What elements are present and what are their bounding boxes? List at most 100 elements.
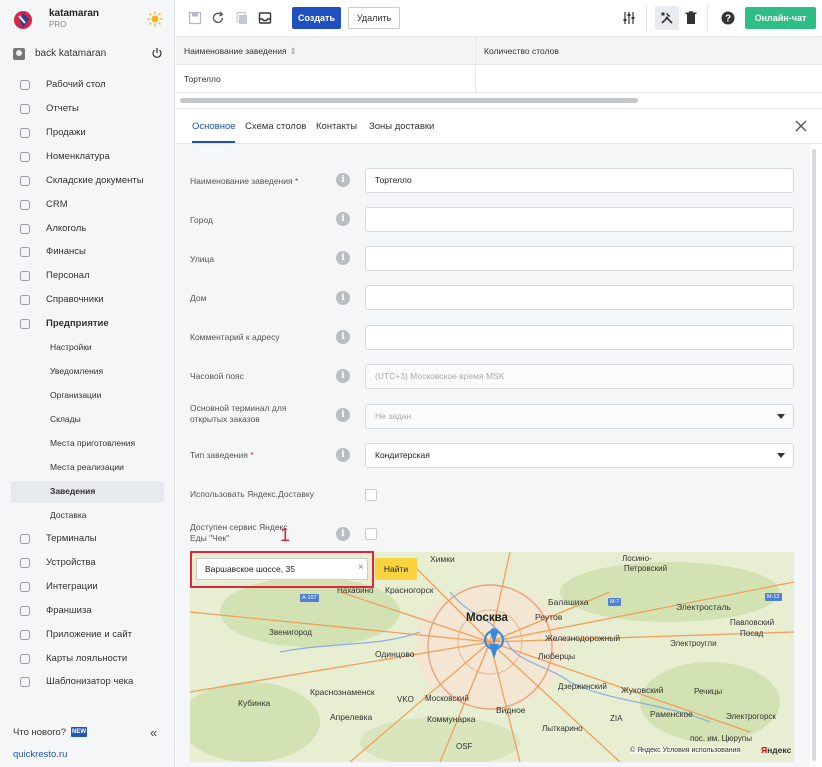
info-icon[interactable]: i (336, 212, 350, 226)
tools-button[interactable] (655, 6, 679, 30)
sidebar-subitem[interactable]: Настройки (11, 337, 164, 359)
nav-label: Склады (50, 414, 81, 424)
staff-icon (19, 270, 31, 282)
sort-icon[interactable]: ⇕ (290, 46, 297, 56)
info-icon[interactable]: i (336, 408, 350, 422)
horizontal-scrollbar[interactable] (180, 98, 638, 103)
clear-search-icon[interactable]: × (358, 562, 364, 573)
map-label-kommunarka: Коммунарка (427, 714, 476, 724)
integrations-icon (19, 581, 31, 593)
yandex-delivery-checkbox[interactable] (365, 489, 377, 501)
quickresto-link[interactable]: quickresto.ru (13, 749, 67, 760)
sidebar-item-tag[interactable]: Номенклатура (11, 146, 164, 168)
copy-icon[interactable] (235, 11, 249, 25)
save-icon[interactable] (188, 11, 202, 25)
map-label-losino: Лосино- (622, 554, 652, 563)
map-copyright[interactable]: © Яндекс Условия использования (630, 747, 741, 754)
tab-main[interactable]: Основное (192, 121, 236, 132)
whats-new-link[interactable]: Что нового? (13, 727, 66, 738)
sidebar-item-alcohol[interactable]: Алкоголь (11, 218, 164, 240)
field-label-address-comment: Комментарий к адресу (190, 332, 280, 342)
sun-icon[interactable] (147, 11, 163, 27)
sidebar-item-franchise[interactable]: Франшиза (11, 600, 164, 622)
info-icon[interactable]: i (336, 448, 350, 462)
table-header: Наименование заведения ⇕ Количество столо… (176, 37, 822, 65)
map-label-dzerzhinsky: Дзержинский (558, 682, 607, 691)
toolbar: Создать Удалить ? Онлайн-чат (176, 0, 822, 37)
sidebar-subitem[interactable]: Места реализации (11, 457, 164, 479)
sidebar-item-dashboard[interactable]: Рабочий стол (11, 74, 164, 96)
sidebar-subitem[interactable]: Склады (11, 409, 164, 431)
sidebar-item-integrations[interactable]: Интеграции (11, 576, 164, 598)
info-icon[interactable]: i (336, 527, 350, 541)
power-icon[interactable] (151, 47, 163, 59)
sidebar-item-reports[interactable]: Отчеты (11, 98, 164, 120)
user-avatar (13, 48, 25, 60)
nav-label: Места приготовления (50, 438, 136, 448)
create-button[interactable]: Создать (292, 7, 341, 29)
sidebar-subitem[interactable]: Уведомления (11, 361, 164, 383)
find-button[interactable]: Найти (375, 558, 417, 580)
info-icon[interactable]: i (336, 330, 350, 344)
nav-label: Карты лояльности (46, 653, 128, 664)
map-label-osf: OSF (456, 742, 473, 751)
delete-button[interactable]: Удалить (348, 7, 400, 29)
info-icon[interactable]: i (336, 369, 350, 383)
column-header-name[interactable]: Наименование заведения ⇕ (184, 46, 297, 57)
terminal-select[interactable]: Не задан (365, 404, 794, 429)
nav-label: Франшиза (46, 605, 92, 616)
help-icon[interactable]: ? (721, 11, 735, 25)
nav-label: Персонал (46, 270, 90, 281)
column-header-tables[interactable]: Количество столов (484, 46, 559, 56)
sidebar-item-book[interactable]: Справочники (11, 289, 164, 311)
collapse-sidebar-icon[interactable]: « (150, 725, 157, 740)
sidebar-subitem[interactable]: Доставка (11, 505, 164, 527)
sidebar-item-sales[interactable]: Продажи (11, 122, 164, 144)
sidebar-subitem[interactable]: Организации (11, 385, 164, 407)
name-field[interactable]: Тортелло (365, 168, 794, 193)
map-label-rechitsy: Речицы (694, 687, 723, 696)
sidebar-subitem[interactable]: Заведения (11, 481, 164, 503)
sidebar-item-enterprise[interactable]: Предприятие (11, 313, 164, 335)
tab-delivery-zones[interactable]: Зоны доставки (369, 121, 434, 132)
sidebar-item-warehouse-docs[interactable]: Складские документы (11, 170, 164, 192)
trash-icon[interactable] (684, 11, 698, 25)
sidebar-item-finance[interactable]: Финансы (11, 241, 164, 263)
sidebar-item-staff[interactable]: Персонал (11, 265, 164, 287)
sidebar-item-receipt[interactable]: Шаблонизатор чека (11, 671, 164, 693)
franchise-icon (19, 605, 31, 617)
tab-table-layout[interactable]: Схема столов (245, 121, 306, 132)
yandex-eda-checkbox[interactable] (365, 528, 377, 540)
sidebar-item-loyalty-card[interactable]: Карты лояльности (11, 648, 164, 670)
table-row[interactable]: Тортелло (176, 65, 822, 93)
sidebar-item-crm[interactable]: CRM (11, 194, 164, 216)
sidebar-item-app[interactable]: Приложение и сайт (11, 624, 164, 646)
sidebar-item-devices[interactable]: Устройства (11, 552, 164, 574)
online-chat-button[interactable]: Онлайн-чат (745, 7, 816, 29)
map-label-elektrostal: Электросталь (676, 602, 731, 612)
user-row[interactable]: back katamaran (11, 44, 166, 64)
info-icon[interactable]: i (336, 173, 350, 187)
vertical-scrollbar[interactable] (812, 149, 816, 761)
column-settings-icon[interactable] (622, 11, 636, 25)
sidebar-subitem[interactable]: Места приготовления (11, 433, 164, 455)
info-icon[interactable]: i (336, 291, 350, 305)
house-field[interactable] (365, 285, 794, 310)
road-badge: M-7 (608, 598, 622, 606)
inbox-icon[interactable] (258, 11, 272, 25)
refresh-icon[interactable] (211, 11, 225, 25)
address-comment-field[interactable] (365, 325, 794, 350)
field-label-name: Наименование заведения * (190, 176, 299, 186)
brand[interactable]: katamaran PRO (12, 8, 167, 32)
tab-contacts[interactable]: Контакты (316, 121, 357, 132)
info-icon[interactable]: i (336, 251, 350, 265)
table-cell-name: Тортелло (184, 74, 221, 84)
sidebar-item-terminal[interactable]: Терминалы (11, 528, 164, 550)
brand-plan: PRO (49, 20, 67, 29)
close-icon[interactable] (794, 119, 808, 133)
map-search-input[interactable]: Варшавское шоссе, 35 (196, 558, 368, 580)
field-label-type: Тип заведения * (190, 450, 254, 460)
street-field[interactable] (365, 246, 794, 271)
venue-type-select[interactable]: Кондитерская (365, 443, 794, 468)
city-field[interactable] (365, 207, 794, 232)
